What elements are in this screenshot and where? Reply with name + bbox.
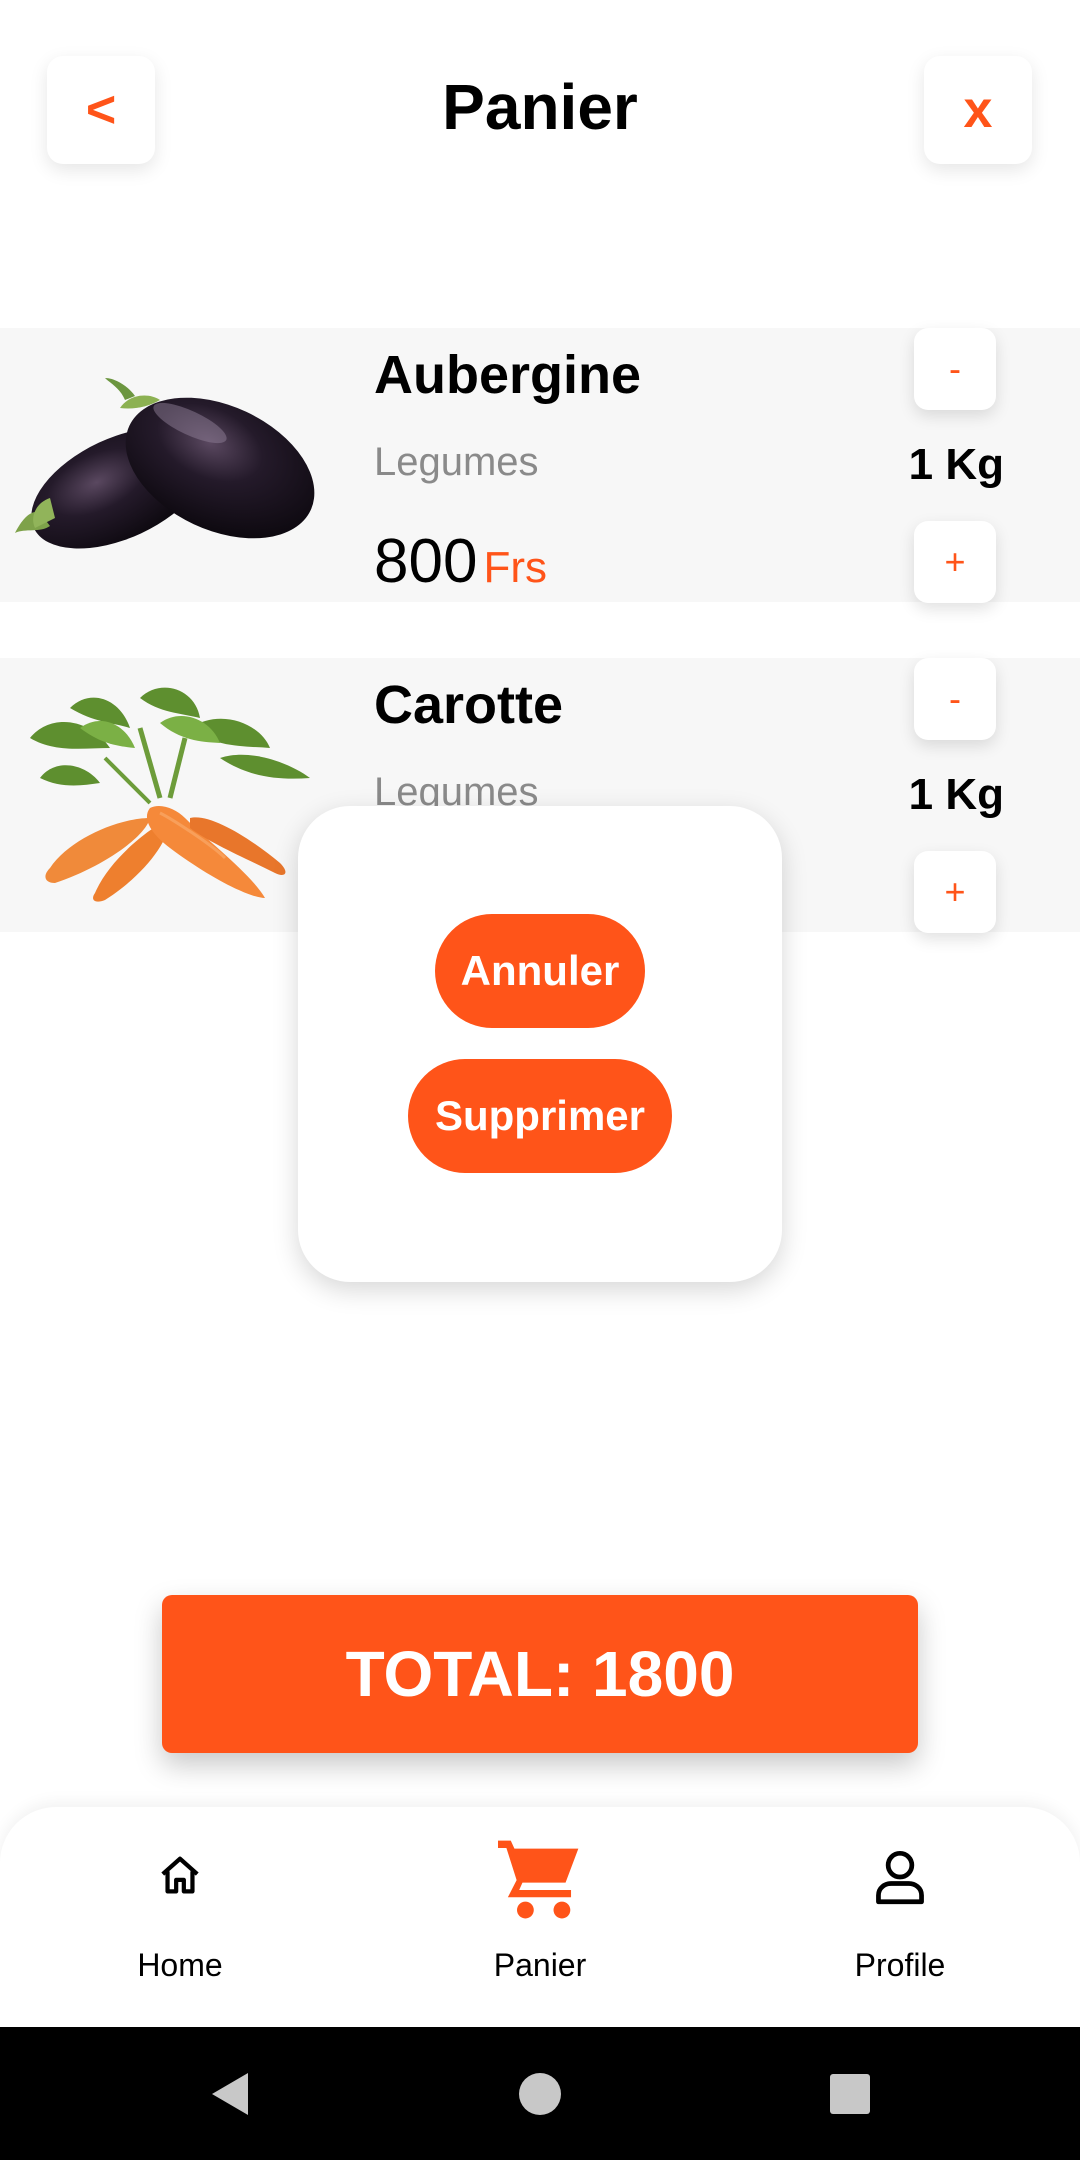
item-quantity: 1 Kg	[908, 440, 1004, 489]
increase-quantity-button[interactable]: +	[914, 521, 996, 603]
cancel-button[interactable]: Annuler	[435, 914, 645, 1028]
item-name: Aubergine	[374, 345, 642, 405]
system-navigation-bar	[0, 2027, 1080, 2160]
home-icon	[30, 1853, 330, 1899]
system-recents-icon[interactable]	[800, 2027, 900, 2160]
nav-label: Home	[137, 1947, 223, 1983]
delete-button[interactable]: Supprimer	[408, 1059, 672, 1173]
nav-item-home[interactable]: Home	[30, 1807, 330, 2027]
item-price-value: 800	[374, 527, 478, 596]
nav-label: Profile	[854, 1947, 946, 1983]
bottom-navigation: Home Panier Profile	[0, 1807, 1080, 2027]
cart-item-aubergine: Aubergine Legumes 800 Frs 1 Kg - +	[0, 328, 1080, 603]
item-quantity: 1 Kg	[908, 770, 1004, 819]
item-price: 800 Frs	[374, 526, 547, 597]
increase-quantity-button[interactable]: +	[914, 851, 996, 933]
page-title: Panier	[442, 71, 638, 143]
cart-screen: < Panier x Aubergine Legumes 800 Frs 1 K…	[0, 0, 1080, 2160]
system-home-icon[interactable]	[490, 2027, 590, 2160]
nav-item-profile[interactable]: Profile	[750, 1807, 1050, 2027]
decrease-quantity-button[interactable]: -	[914, 658, 996, 740]
item-category: Legumes	[374, 440, 539, 484]
carrot-image	[10, 668, 330, 922]
item-currency: Frs	[483, 543, 547, 592]
close-button[interactable]: x	[924, 56, 1032, 164]
system-back-icon[interactable]	[180, 2027, 280, 2160]
total-button[interactable]: TOTAL: 1800	[162, 1595, 918, 1753]
nav-item-panier[interactable]: Panier	[390, 1807, 690, 2027]
item-name: Carotte	[374, 675, 564, 735]
eggplant-image	[10, 338, 330, 592]
nav-label: Panier	[493, 1947, 587, 1983]
cart-icon	[390, 1837, 690, 1921]
delete-confirm-dialog: Annuler Supprimer	[298, 806, 782, 1282]
decrease-quantity-button[interactable]: -	[914, 328, 996, 410]
profile-icon	[750, 1849, 1050, 1905]
